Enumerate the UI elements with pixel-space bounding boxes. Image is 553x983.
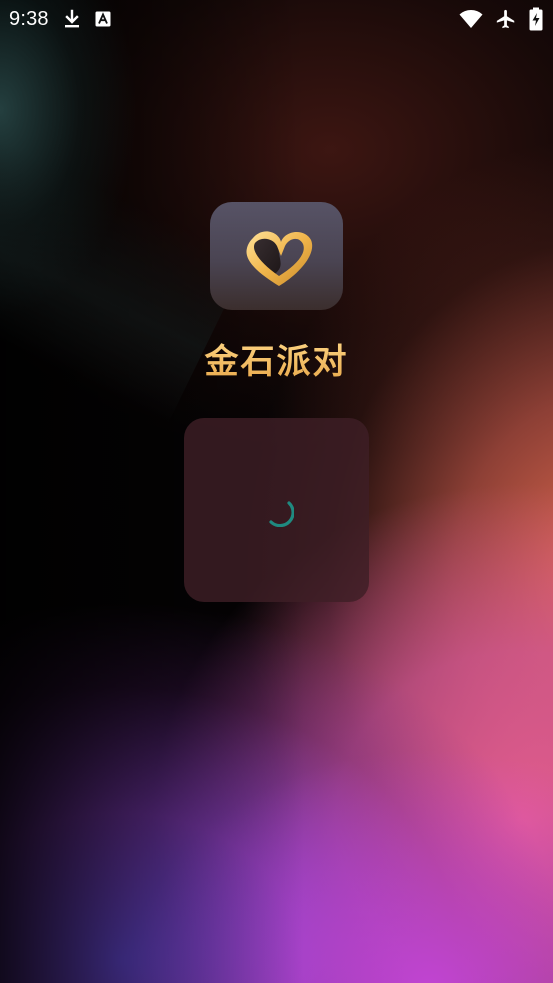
download-icon: [63, 9, 81, 29]
status-bar-left: 9:38: [9, 8, 111, 31]
status-bar: 9:38: [0, 0, 553, 38]
spinner-icon: [268, 501, 294, 527]
battery-charging-icon: [529, 7, 543, 31]
gold-heart-logo-icon: [245, 231, 312, 286]
loading-dialog: [184, 418, 369, 602]
status-time: 9:38: [9, 7, 49, 30]
app-icon: [210, 202, 343, 310]
text-a-icon: [95, 11, 111, 27]
splash-screen: 9:38 金石派对: [0, 0, 553, 983]
status-bar-right: [459, 7, 543, 31]
airplane-icon: [495, 8, 517, 30]
app-name: 金石派对: [0, 334, 553, 383]
wifi-icon: [459, 9, 483, 29]
